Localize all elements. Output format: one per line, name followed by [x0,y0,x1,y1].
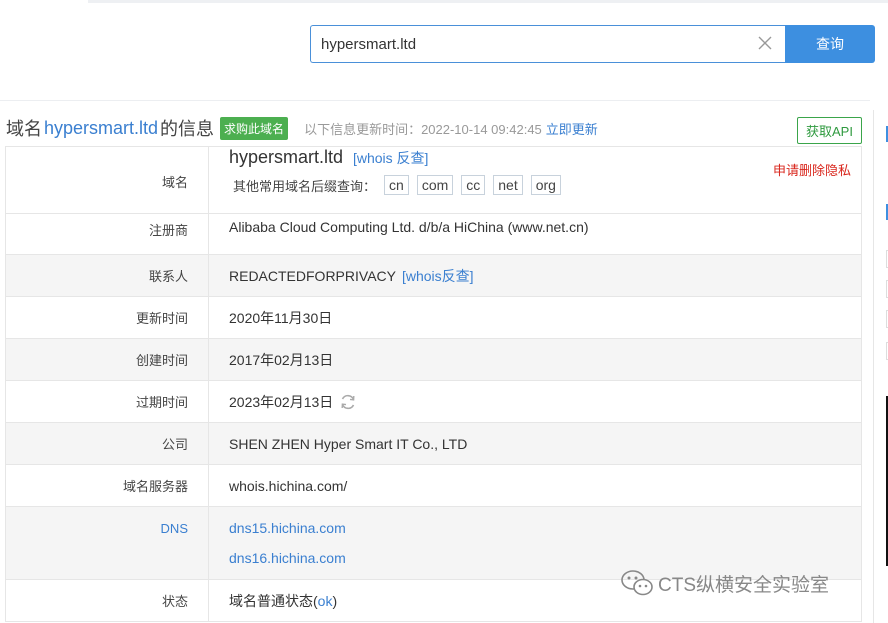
right-sidebar-edge [873,110,888,623]
table-row-contact: 联系人 REDACTEDFORPRIVACY [whois反查] [5,255,862,297]
search-input[interactable] [311,26,751,62]
row-value: 2023年02月13日 [209,381,861,422]
heading-domain-link[interactable]: hypersmart.ltd [44,118,158,139]
contact-whois-reverse-link[interactable]: [whois反查] [402,266,474,286]
get-api-button[interactable]: 获取API [797,117,862,144]
table-row-updated: 更新时间 2020年11月30日 [5,297,862,339]
row-label: 过期时间 [6,381,209,422]
row-label: 注册商 [6,214,209,254]
table-row-company: 公司 SHEN ZHEN Hyper Smart IT Co., LTD [5,423,862,465]
table-row-expires: 过期时间 2023年02月13日 [5,381,862,423]
whois-table: 域名 hypersmart.ltd [whois 反查] 申请删除隐私 其他常用… [5,146,862,622]
table-row-whois-server: 域名服务器 whois.hichina.com/ [5,465,862,507]
registrar-value: Alibaba Cloud Computing Ltd. d/b/a HiChi… [229,219,589,235]
dns-server-link[interactable]: dns16.hichina.com [229,543,346,573]
suffix-chip-cn[interactable]: cn [384,175,409,195]
page-heading: 域名 hypersmart.ltd 的信息 求购此域名 以下信息更新时间：202… [6,115,598,141]
whois-server-value: whois.hichina.com/ [229,477,348,494]
clear-icon[interactable] [757,35,773,51]
created-date: 2017年02月13日 [229,351,334,368]
suffix-chip-org[interactable]: org [530,175,561,195]
buy-domain-badge[interactable]: 求购此域名 [220,116,289,140]
watermark: CTS纵横安全实验室 [620,568,829,598]
whois-reverse-link[interactable]: [whois 反查] [353,150,428,166]
table-row-registrar: 注册商 Alibaba Cloud Computing Ltd. d/b/a H… [5,214,862,255]
status-prefix: 域名普通状态( [229,592,318,609]
wechat-icon [621,570,653,596]
company-value: SHEN ZHEN Hyper Smart IT Co., LTD [229,435,468,452]
row-label: 公司 [6,423,209,464]
domain-name: hypersmart.ltd [229,147,344,167]
expires-date: 2023年02月13日 [229,393,334,410]
table-row-created: 创建时间 2017年02月13日 [5,339,862,381]
table-row-domain: 域名 hypersmart.ltd [whois 反查] 申请删除隐私 其他常用… [5,147,862,214]
row-label: 状态 [6,580,209,621]
updated-date: 2020年11月30日 [229,309,333,326]
suffix-chip-cc[interactable]: cc [461,175,486,195]
dns-server-link[interactable]: dns15.hichina.com [229,513,346,543]
row-value: hypersmart.ltd [whois 反查] 申请删除隐私 其他常用域名后… [209,147,861,213]
row-label: 域名服务器 [6,465,209,506]
status-suffix: ) [332,592,338,609]
row-label: 创建时间 [6,339,209,380]
search-box[interactable] [310,25,785,63]
heading-suffix: 的信息 [160,119,215,139]
update-time-text: 以下信息更新时间：2022-10-14 09:42:45 [304,121,542,137]
suffix-query: 其他常用域名后缀查询： cn com cc net org [233,175,561,195]
status-ok-link[interactable]: ok [318,593,333,609]
section-divider [0,100,870,101]
search-button[interactable]: 查询 [785,25,875,63]
row-value: REDACTEDFORPRIVACY [whois反查] [209,255,861,296]
row-label: 更新时间 [6,297,209,338]
top-divider [88,0,888,3]
contact-value: REDACTEDFORPRIVACY [229,267,396,284]
remove-privacy-link[interactable]: 申请删除隐私 [773,160,851,179]
suffix-chip-net[interactable]: net [493,175,523,195]
watermark-text: CTS纵横安全实验室 [658,574,830,596]
row-label: 域名 [6,147,209,213]
refresh-now-link[interactable]: 立即更新 [546,119,598,138]
row-label: 联系人 [6,255,209,296]
row-label: DNS [6,507,209,579]
heading-prefix: 域名 [6,119,42,139]
suffix-label: 其他常用域名后缀查询： [233,178,377,194]
refresh-icon[interactable] [339,393,357,411]
suffix-chip-com[interactable]: com [416,175,454,195]
